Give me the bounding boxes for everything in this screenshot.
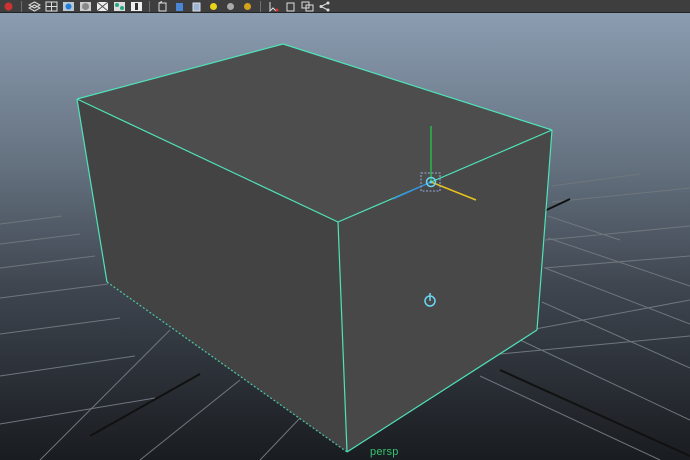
texture-icon[interactable] — [129, 0, 144, 12]
sphere-icon[interactable] — [78, 0, 93, 12]
xray-icon[interactable] — [112, 0, 127, 12]
cube-textured-icon[interactable] — [189, 0, 204, 12]
light-gold-icon[interactable] — [240, 0, 255, 12]
shaded-icon[interactable] — [61, 0, 76, 12]
light-yellow-icon[interactable] — [206, 0, 221, 12]
select-icon[interactable] — [266, 0, 281, 12]
checker-icon[interactable] — [95, 0, 110, 12]
viewport-toolbar — [0, 0, 690, 13]
toolbar-divider — [149, 0, 150, 12]
toolbar-divider — [260, 0, 261, 12]
cube-wire-icon[interactable] — [155, 0, 170, 12]
toolbar-divider — [21, 0, 22, 12]
layer-icon[interactable] — [27, 0, 42, 12]
perspective-viewport[interactable]: persp — [0, 0, 690, 460]
duplicate-icon[interactable] — [300, 0, 315, 12]
viewport-scene[interactable] — [0, 0, 690, 460]
maya-viewport-window: persp — [0, 0, 690, 460]
camera-name-label: persp — [370, 446, 399, 458]
render-icon[interactable] — [1, 0, 16, 12]
grid-icon[interactable] — [44, 0, 59, 12]
network-icon[interactable] — [317, 0, 332, 12]
isolate-icon[interactable] — [283, 0, 298, 12]
cube-shaded-icon[interactable] — [172, 0, 187, 12]
light-grey-icon[interactable] — [223, 0, 238, 12]
